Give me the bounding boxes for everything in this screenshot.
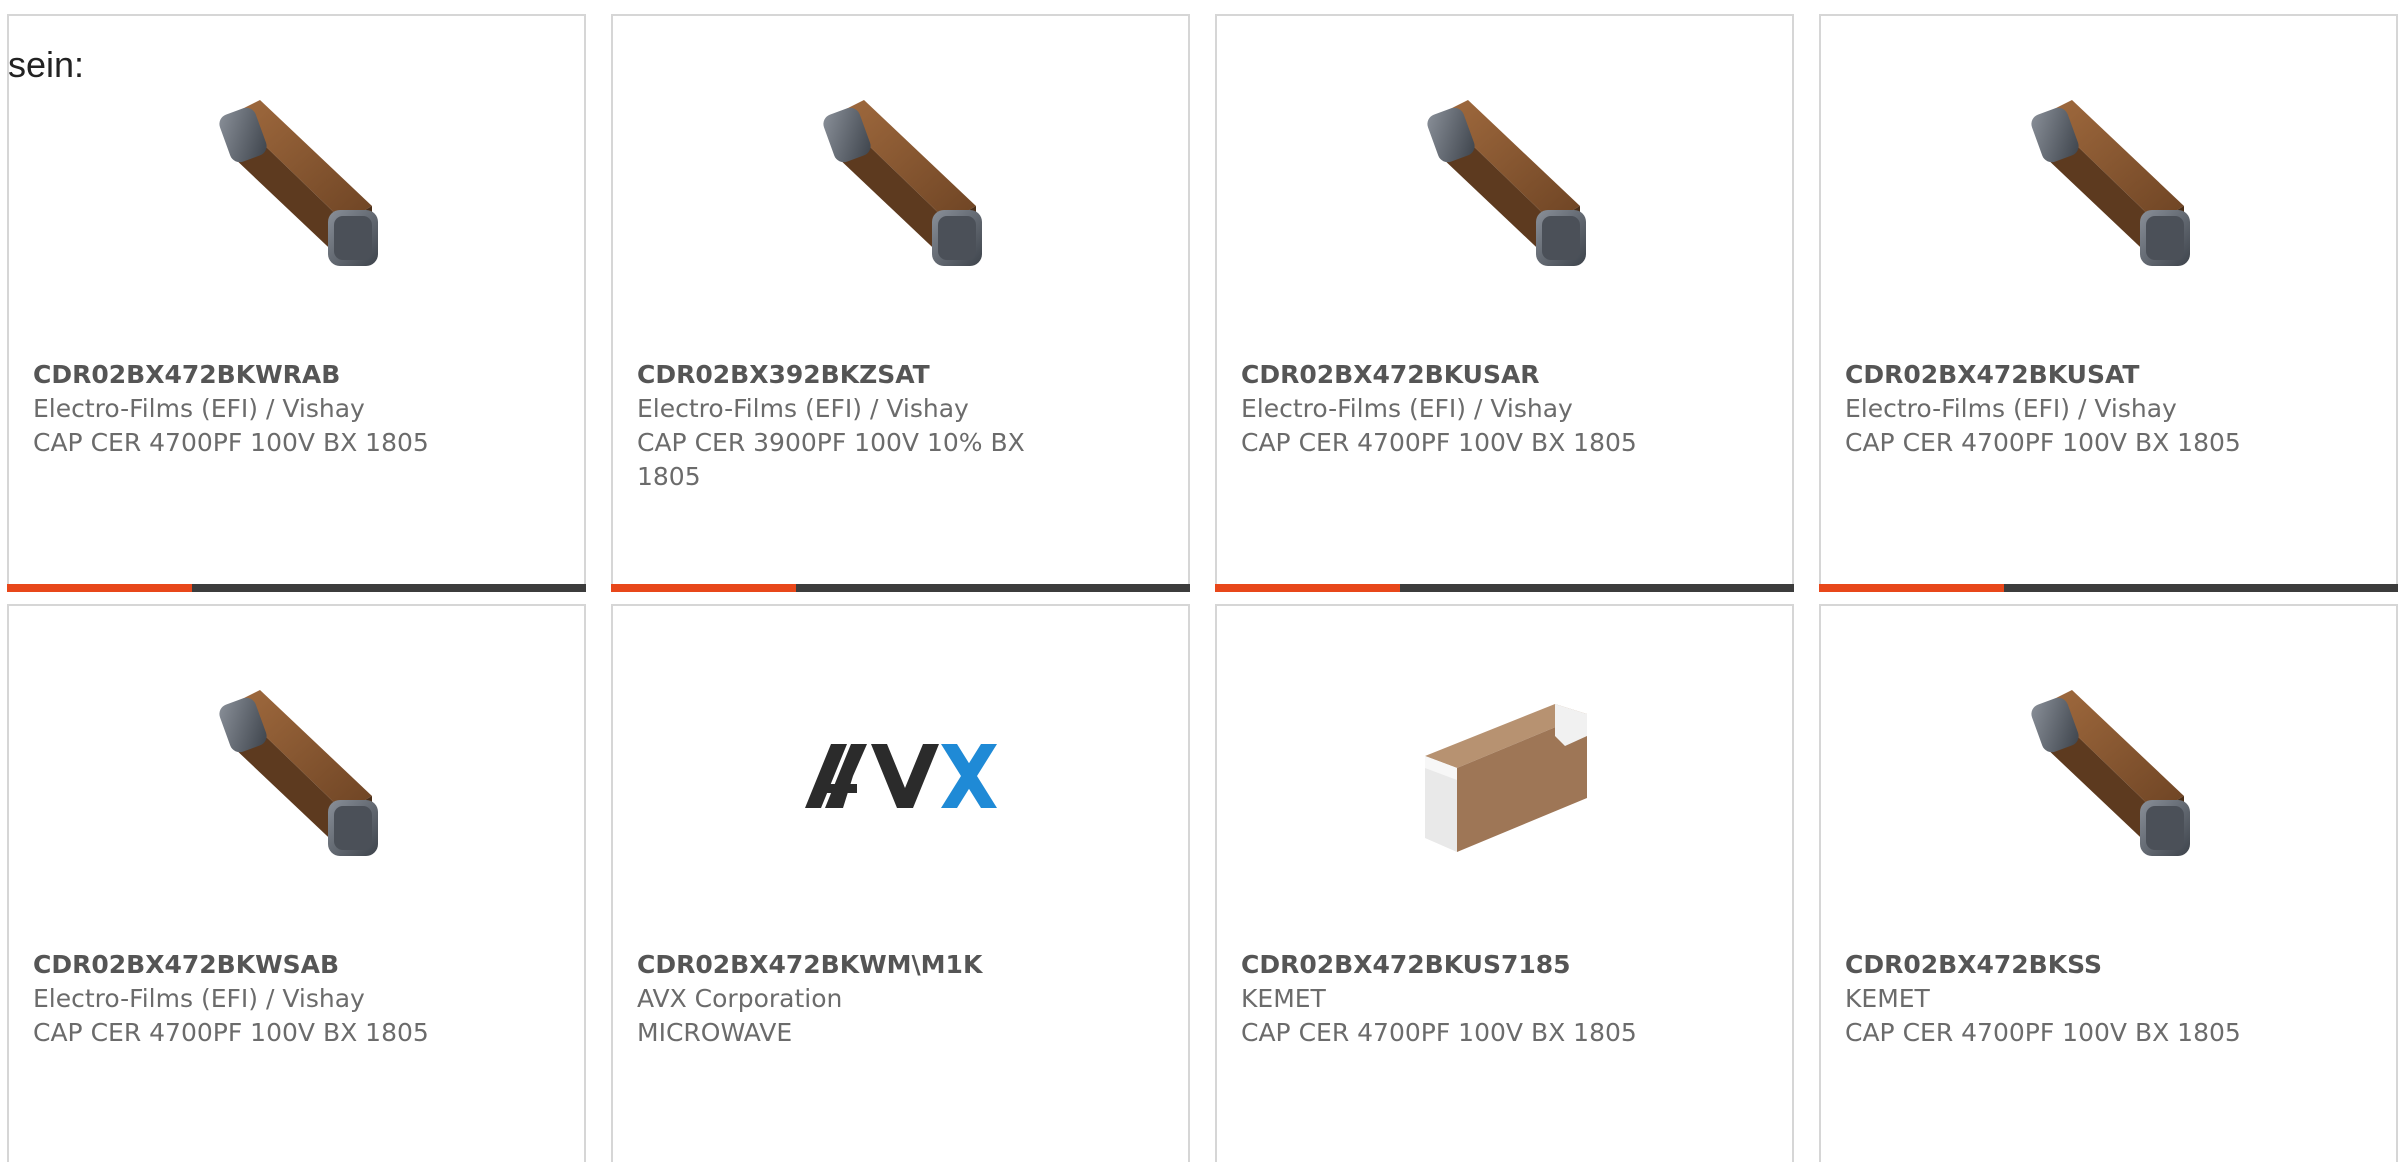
chip-capacitor-icon xyxy=(2030,690,2190,856)
product-description: CAP CER 4700PF 100V BX 1805 xyxy=(1241,1018,1637,1047)
product-part-number[interactable]: CDR02BX392BKZSAT xyxy=(637,358,1077,392)
product-manufacturer: Electro-Films (EFI) / Vishay xyxy=(1845,394,2177,423)
product-description: CAP CER 4700PF 100V BX 1805 xyxy=(33,1018,429,1047)
chip-capacitor-icon xyxy=(218,100,378,266)
product-text: CDR02BX472BKWRAB Electro-Films (EFI) / V… xyxy=(33,358,473,460)
product-image xyxy=(9,86,584,286)
avx-logo-icon xyxy=(804,744,997,808)
product-part-number[interactable]: CDR02BX472BKWM\M1K xyxy=(637,948,1077,982)
product-image xyxy=(9,676,584,876)
product-card[interactable]: CDR02BX472BKWSAB Electro-Films (EFI) / V… xyxy=(7,604,586,1162)
product-grid: CDR02BX472BKWRAB Electro-Films (EFI) / V… xyxy=(7,14,2400,1162)
product-image xyxy=(1821,676,2396,876)
product-description: MICROWAVE xyxy=(637,1018,793,1047)
card-accent-bar-fill xyxy=(611,584,797,592)
chip-capacitor-icon xyxy=(1424,704,1587,852)
product-card[interactable]: CDR02BX472BKUSAT Electro-Films (EFI) / V… xyxy=(1819,14,2398,592)
product-part-number[interactable]: CDR02BX472BKWSAB xyxy=(33,948,473,982)
product-text: CDR02BX472BKWM\M1K AVX Corporation MICRO… xyxy=(637,948,1077,1050)
product-card[interactable]: CDR02BX472BKWM\M1K AVX Corporation MICRO… xyxy=(611,604,1190,1162)
chip-capacitor-icon xyxy=(822,100,982,266)
product-image xyxy=(1217,86,1792,286)
product-card[interactable]: CDR02BX472BKUSAR Electro-Films (EFI) / V… xyxy=(1215,14,1794,592)
product-image xyxy=(613,86,1188,286)
product-manufacturer: Electro-Films (EFI) / Vishay xyxy=(637,394,969,423)
product-description: CAP CER 3900PF 100V 10% BX 1805 xyxy=(637,428,1025,491)
product-card[interactable]: CDR02BX472BKUS7185 KEMET CAP CER 4700PF … xyxy=(1215,604,1794,1162)
product-part-number[interactable]: CDR02BX472BKUSAT xyxy=(1845,358,2285,392)
product-text: CDR02BX472BKUSAT Electro-Films (EFI) / V… xyxy=(1845,358,2285,460)
product-description: CAP CER 4700PF 100V BX 1805 xyxy=(1845,428,2241,457)
product-image xyxy=(1217,676,1792,876)
card-accent-bar-fill xyxy=(7,584,193,592)
card-accent-bar-fill xyxy=(1215,584,1401,592)
product-text: CDR02BX472BKUSAR Electro-Films (EFI) / V… xyxy=(1241,358,1681,460)
chip-capacitor-icon xyxy=(2030,100,2190,266)
page: sein: CDR02BX472BKWRAB Electro-Films (EF… xyxy=(0,0,2400,1162)
product-card[interactable]: CDR02BX472BKWRAB Electro-Films (EFI) / V… xyxy=(7,14,586,592)
chip-capacitor-icon xyxy=(218,690,378,856)
product-card[interactable]: CDR02BX392BKZSAT Electro-Films (EFI) / V… xyxy=(611,14,1190,592)
card-accent-bar-fill xyxy=(1819,584,2005,592)
product-manufacturer: Electro-Films (EFI) / Vishay xyxy=(1241,394,1573,423)
product-text: CDR02BX472BKSS KEMET CAP CER 4700PF 100V… xyxy=(1845,948,2285,1050)
product-part-number[interactable]: CDR02BX472BKUSAR xyxy=(1241,358,1681,392)
intro-text: sein: xyxy=(8,44,85,85)
card-accent-bar xyxy=(611,584,1190,592)
product-card[interactable]: CDR02BX472BKSS KEMET CAP CER 4700PF 100V… xyxy=(1819,604,2398,1162)
card-accent-bar xyxy=(1215,584,1794,592)
product-manufacturer: Electro-Films (EFI) / Vishay xyxy=(33,394,365,423)
product-image xyxy=(1821,86,2396,286)
product-part-number[interactable]: CDR02BX472BKUS7185 xyxy=(1241,948,1681,982)
chip-capacitor-icon xyxy=(1426,100,1586,266)
card-accent-bar xyxy=(7,584,586,592)
product-description: CAP CER 4700PF 100V BX 1805 xyxy=(33,428,429,457)
product-description: CAP CER 4700PF 100V BX 1805 xyxy=(1241,428,1637,457)
product-manufacturer: Electro-Films (EFI) / Vishay xyxy=(33,984,365,1013)
product-manufacturer: KEMET xyxy=(1845,984,1930,1013)
product-text: CDR02BX472BKUS7185 KEMET CAP CER 4700PF … xyxy=(1241,948,1681,1050)
product-part-number[interactable]: CDR02BX472BKWRAB xyxy=(33,358,473,392)
product-text: CDR02BX472BKWSAB Electro-Films (EFI) / V… xyxy=(33,948,473,1050)
product-image xyxy=(613,676,1188,876)
product-text: CDR02BX392BKZSAT Electro-Films (EFI) / V… xyxy=(637,358,1077,494)
product-description: CAP CER 4700PF 100V BX 1805 xyxy=(1845,1018,2241,1047)
card-accent-bar xyxy=(1819,584,2398,592)
product-manufacturer: AVX Corporation xyxy=(637,984,843,1013)
product-manufacturer: KEMET xyxy=(1241,984,1326,1013)
product-part-number[interactable]: CDR02BX472BKSS xyxy=(1845,948,2285,982)
